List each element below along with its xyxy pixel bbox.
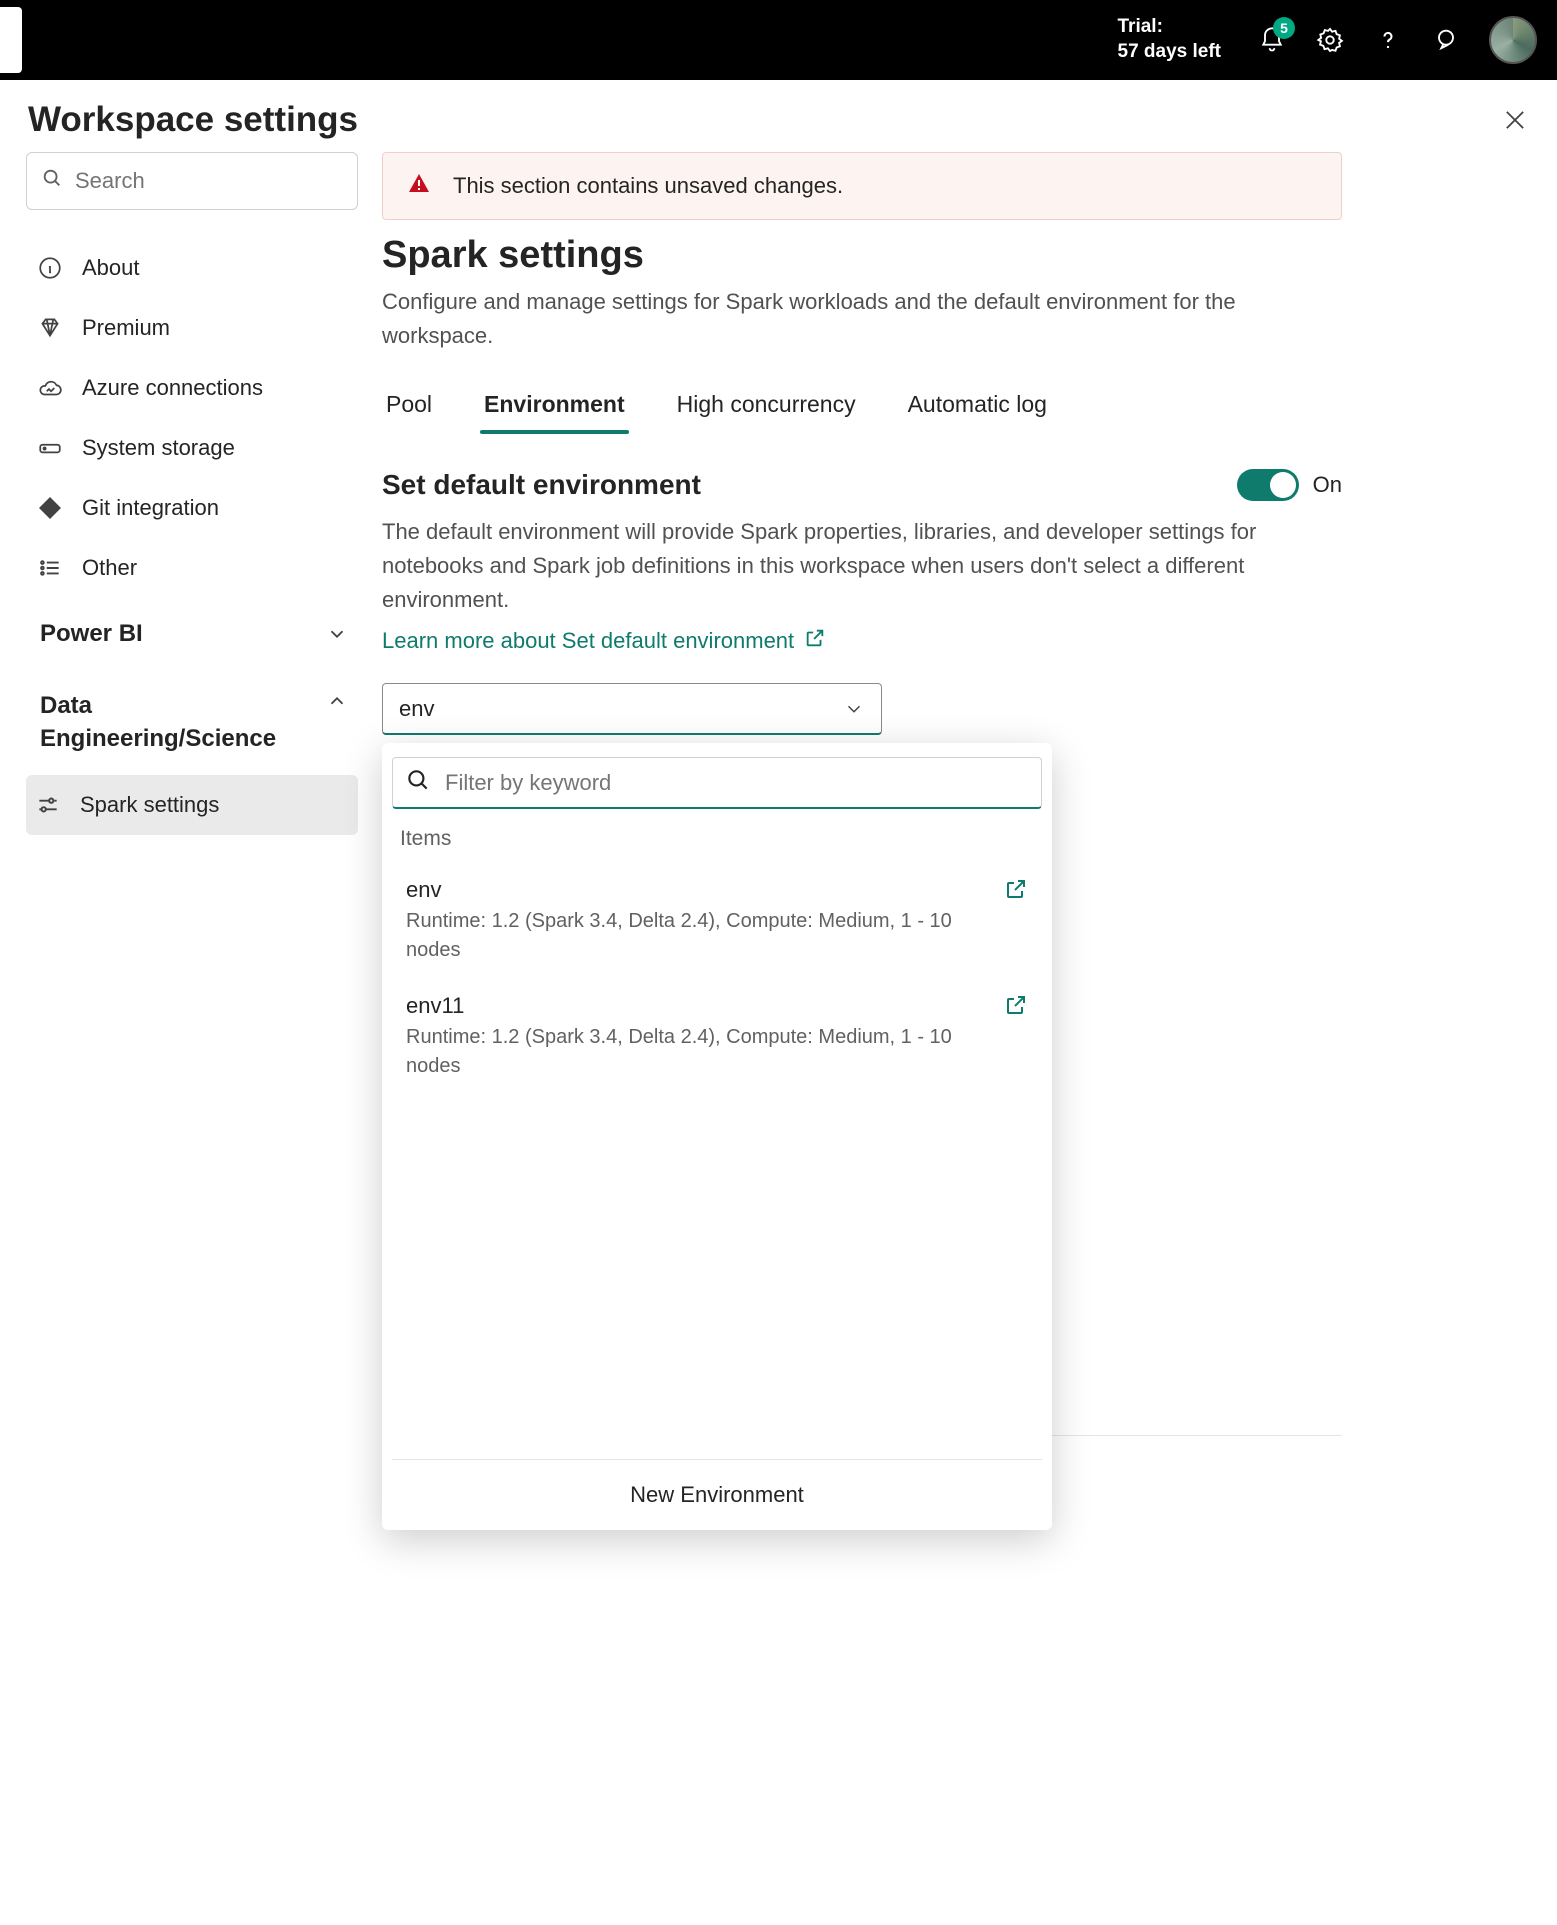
sidebar-item-label: Azure connections [82,375,263,401]
group-label: Data Engineering/Science [40,690,290,755]
dropdown-item-name: env [406,877,990,903]
tab-pool[interactable]: Pool [382,381,436,432]
sidebar-group-dataeng[interactable]: Data Engineering/Science [26,670,358,775]
section-heading: Spark settings [382,234,1342,277]
sidebar-item-label: Spark settings [80,792,219,818]
notifications-button[interactable]: 5 [1257,25,1287,55]
trial-status: Trial: 57 days left [1118,15,1222,64]
sidebar-item-label: System storage [82,435,235,461]
tab-environment[interactable]: Environment [480,381,629,432]
unsaved-banner: This section contains unsaved changes. [382,152,1342,220]
dropdown-item-meta: Runtime: 1.2 (Spark 3.4, Delta 2.4), Com… [406,907,990,965]
sidebar-item-label: About [82,255,140,281]
feedback-button[interactable] [1431,25,1461,55]
info-icon [36,254,64,282]
select-value: env [399,696,434,722]
chevron-down-icon [843,698,865,720]
external-link-icon [804,627,826,655]
dropdown-filter[interactable] [392,757,1042,809]
toggle-label: On [1313,472,1342,498]
chevron-down-icon [326,623,348,645]
environment-dropdown: Items env Runtime: 1.2 (Spark 3.4, Delta… [382,743,1052,1530]
section-description: Configure and manage settings for Spark … [382,285,1302,353]
page-title: Workspace settings [28,100,358,140]
sidebar-item-about[interactable]: About [26,238,358,298]
notif-badge: 5 [1273,17,1295,39]
sidebar-item-other[interactable]: Other [26,538,358,598]
content: This section contains unsaved changes. S… [382,152,1382,1558]
warning-icon [407,171,431,201]
close-button[interactable] [1501,106,1529,134]
sidebar-item-label: Premium [82,315,170,341]
dropdown-item[interactable]: env11 Runtime: 1.2 (Spark 3.4, Delta 2.4… [396,979,1038,1095]
sidebar-item-label: Git integration [82,495,219,521]
tab-high-concurrency[interactable]: High concurrency [673,381,860,432]
banner-text: This section contains unsaved changes. [453,173,843,199]
learn-more-link[interactable]: Learn more about Set default environment [382,627,826,655]
sliders-icon [34,791,62,819]
search-input[interactable] [73,167,365,195]
search-icon [41,167,63,195]
app-launcher-stub [0,7,22,73]
group-label: Power BI [40,618,143,650]
topbar: Trial: 57 days left 5 [0,0,1557,80]
environment-select[interactable]: env [382,683,882,735]
sidebar-item-spark-settings[interactable]: Spark settings [26,775,358,835]
cloud-icon [36,374,64,402]
default-env-toggle[interactable] [1237,469,1299,501]
dropdown-item-name: env11 [406,993,990,1019]
diamond-icon [36,314,64,342]
trial-days: 57 days left [1118,40,1222,65]
search-icon [405,767,431,799]
storage-icon [36,434,64,462]
tabs: Pool Environment High concurrency Automa… [382,381,1342,433]
new-environment-button[interactable]: New Environment [392,1459,1042,1530]
tab-automatic-log[interactable]: Automatic log [904,381,1051,432]
help-button[interactable] [1373,25,1403,55]
sidebar-group-powerbi[interactable]: Power BI [26,598,358,670]
dropdown-filter-input[interactable] [443,769,1029,797]
sidebar: About Premium Azure connections System s… [26,152,358,1558]
git-icon [36,494,64,522]
open-external-icon[interactable] [1004,993,1028,1023]
trial-label: Trial: [1118,15,1222,40]
avatar[interactable] [1489,16,1537,64]
search-box[interactable] [26,152,358,210]
list-icon [36,554,64,582]
open-external-icon[interactable] [1004,877,1028,907]
learn-more-text: Learn more about Set default environment [382,628,794,654]
chevron-up-icon [326,690,348,712]
settings-button[interactable] [1315,25,1345,55]
sidebar-item-label: Other [82,555,137,581]
sidebar-item-azure[interactable]: Azure connections [26,358,358,418]
dropdown-item[interactable]: env Runtime: 1.2 (Spark 3.4, Delta 2.4),… [396,863,1038,979]
dropdown-items-label: Items [392,827,1042,859]
sidebar-item-premium[interactable]: Premium [26,298,358,358]
default-env-heading: Set default environment [382,469,701,501]
sidebar-item-storage[interactable]: System storage [26,418,358,478]
dropdown-item-meta: Runtime: 1.2 (Spark 3.4, Delta 2.4), Com… [406,1023,990,1081]
default-env-description: The default environment will provide Spa… [382,515,1262,617]
sidebar-item-git[interactable]: Git integration [26,478,358,538]
